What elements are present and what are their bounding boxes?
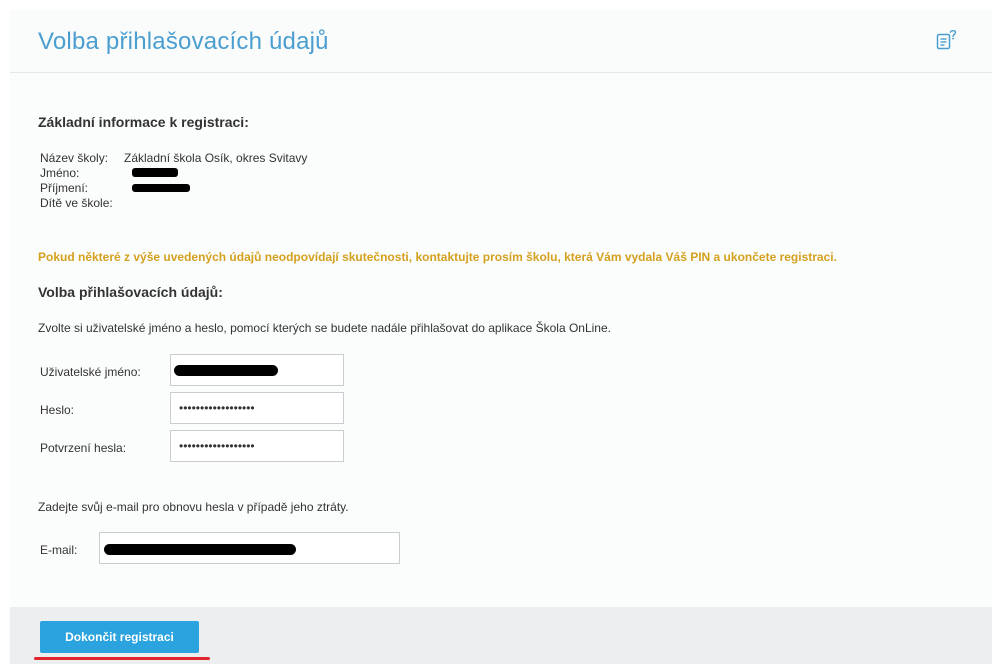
- child-label: Dítě ve škole:: [40, 196, 113, 210]
- confirm-password-label: Potvrzení hesla:: [40, 441, 127, 455]
- page-title: Volba přihlašovacích údajů: [38, 28, 329, 55]
- redaction-mark: [132, 184, 190, 193]
- basic-info-heading: Základní informace k registraci:: [38, 114, 249, 130]
- registration-panel: Volba přihlašovacích údajů Základní info…: [10, 10, 992, 664]
- last-name-label: Příjmení:: [40, 181, 89, 195]
- username-input[interactable]: [170, 354, 344, 386]
- first-name-label: Jméno:: [40, 166, 80, 180]
- email-hint: Zadejte svůj e-mail pro obnovu hesla v p…: [38, 500, 349, 514]
- basic-info-table: Název školy: Základní škola Osík, okres …: [40, 151, 307, 211]
- school-name-label: Název školy:: [40, 151, 109, 165]
- username-label: Uživatelské jméno:: [40, 365, 141, 379]
- first-name-value: [124, 166, 178, 181]
- login-heading: Volba přihlašovacích údajů:: [38, 284, 223, 300]
- school-name-value: Základní škola Osík, okres Svitavy: [124, 151, 308, 165]
- info-row-child: Dítě ve škole:: [40, 196, 307, 211]
- info-row-first-name: Jméno:: [40, 166, 307, 181]
- registration-page: Volba přihlašovacích údajů Základní info…: [0, 0, 992, 664]
- warning-message: Pokud některé z výše uvedených údajů neo…: [38, 250, 837, 264]
- form-footer: Dokončit registraci: [10, 607, 992, 664]
- complete-registration-button[interactable]: Dokončit registraci: [40, 621, 199, 653]
- page-header: Volba přihlašovacích údajů: [10, 10, 992, 73]
- email-label: E-mail:: [40, 543, 78, 557]
- login-hint: Zvolte si uživatelské jméno a heslo, pom…: [38, 321, 611, 335]
- password-input[interactable]: [170, 392, 344, 424]
- confirm-password-input[interactable]: [170, 430, 344, 462]
- redaction-mark: [132, 168, 178, 178]
- help-document-icon[interactable]: [936, 29, 958, 51]
- password-label: Heslo:: [40, 403, 75, 417]
- last-name-value: [124, 181, 190, 196]
- info-row-school: Název školy: Základní škola Osík, okres …: [40, 151, 307, 166]
- info-row-last-name: Příjmení:: [40, 181, 307, 196]
- annotation-underline: [34, 657, 210, 660]
- email-input[interactable]: [99, 532, 400, 564]
